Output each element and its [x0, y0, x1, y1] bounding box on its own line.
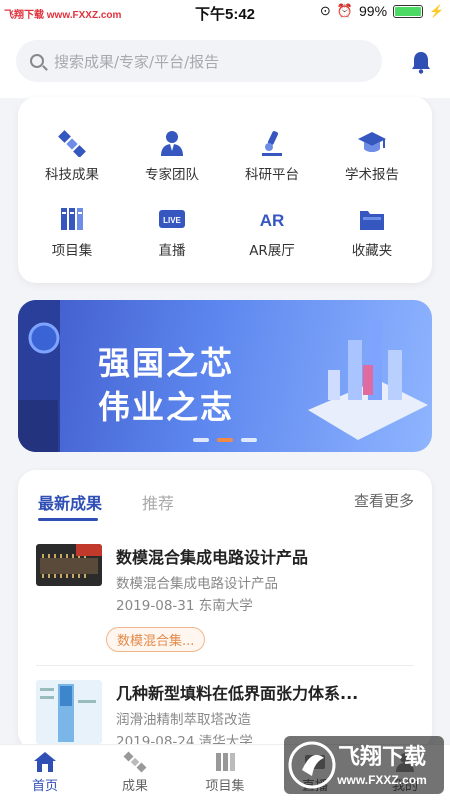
rotation-lock-icon: ⊙ [319, 3, 331, 18]
result-subtitle: 数模混合集成电路设计产品 [116, 576, 278, 592]
menu-item-expert-team[interactable]: 专家团队 [122, 129, 222, 183]
result-subtitle: 润滑油精制萃取塔改造 [116, 712, 251, 728]
status-bar: 飞翔下载 www.FXXZ.com 下午5:42 ⊙ ⏰ 99% ⚡ [0, 0, 450, 26]
svg-text:飞翔下载: 飞翔下载 [338, 744, 426, 770]
nav-results[interactable]: 成果 [90, 751, 180, 794]
live-icon: LIVE [159, 210, 185, 228]
tab-underline [38, 518, 98, 521]
menu-item-tech-results[interactable]: 科技成果 [22, 129, 122, 183]
result-item[interactable]: 数模混合集成电路设计产品 数模混合集成电路设计产品 2019-08-31 东南大… [36, 544, 416, 654]
menu-label: 收藏夹 [351, 243, 393, 259]
status-right: ⊙ ⏰ 99% ⚡ [320, 3, 444, 19]
carousel-dot[interactable] [241, 438, 257, 442]
result-thumbnail [36, 680, 102, 744]
menu-label: 学术报告 [345, 167, 399, 183]
ar-icon: AR [260, 211, 285, 230]
banner-line2: 伟业之志 [98, 388, 235, 426]
view-more-link[interactable]: 查看更多 [354, 490, 414, 511]
watermark-top-left: 飞翔下载 www.FXXZ.com [4, 10, 122, 21]
menu-item-ar-hall[interactable]: AR AR展厅 [222, 205, 322, 259]
graduation-cap-icon [358, 132, 386, 152]
watermark-logo: 飞翔下载 www.FXXZ.com [284, 736, 444, 794]
alarm-icon: ⏰ [336, 3, 354, 18]
nav-label: 首页 [31, 779, 58, 794]
search-placeholder: 搜索成果/专家/平台/报告 [54, 52, 220, 71]
nav-home[interactable]: 首页 [0, 751, 90, 794]
svg-text:www.FXXZ.com: www.FXXZ.com [336, 773, 427, 787]
carousel-dots [193, 438, 257, 442]
battery-level [395, 6, 421, 16]
result-thumbnail [36, 544, 102, 586]
menu-label: 科研平台 [245, 167, 299, 183]
satellite-icon [123, 751, 147, 773]
menu-item-research-platform[interactable]: 科研平台 [222, 129, 322, 183]
nav-label: 项目集 [205, 779, 245, 794]
svg-text:AR: AR [260, 211, 285, 230]
binders-icon [61, 208, 83, 230]
quick-menu-card: 科技成果 专家团队 科研平台 学术报告 项目集 LIVE 直播 AR AR展厅 … [18, 97, 432, 283]
latest-results-card: 最新成果 推荐 查看更多 数模混合集成电路设计产品 数模混合集成电路设计产品 2… [18, 470, 432, 750]
bell-icon[interactable] [410, 50, 432, 74]
binders-icon [216, 753, 235, 771]
status-time: 下午5:42 [195, 6, 256, 23]
svg-text:LIVE: LIVE [163, 216, 181, 225]
result-title: 数模混合集成电路设计产品 [116, 548, 309, 567]
menu-item-favorites[interactable]: 收藏夹 [322, 205, 422, 259]
promo-banner[interactable]: 强国之芯 伟业之志 [18, 300, 432, 452]
menu-label: 项目集 [51, 243, 93, 259]
nav-projects[interactable]: 项目集 [180, 751, 270, 794]
satellite-icon [58, 130, 86, 157]
carousel-dot-active[interactable] [217, 438, 233, 442]
expert-icon [161, 131, 183, 156]
menu-item-projects[interactable]: 项目集 [22, 205, 122, 259]
search-input[interactable]: 搜索成果/专家/平台/报告 [16, 40, 382, 82]
tab-recommend[interactable]: 推荐 [142, 490, 174, 514]
search-icon [30, 54, 44, 68]
menu-label: 科技成果 [45, 167, 99, 183]
result-tag[interactable]: 数模混合集... [106, 627, 206, 652]
battery-percent: 99% [359, 3, 388, 19]
battery-icon [393, 4, 424, 18]
result-title: 几种新型填料在低界面张力体系... [116, 684, 359, 703]
divider [36, 665, 414, 666]
carousel-dot[interactable] [193, 438, 209, 442]
nav-label: 成果 [121, 779, 148, 794]
menu-item-academic-reports[interactable]: 学术报告 [322, 129, 422, 183]
banner-line1: 强国之芯 [98, 344, 235, 382]
home-icon [34, 752, 56, 772]
microscope-icon [262, 131, 282, 156]
tab-latest-results[interactable]: 最新成果 [38, 490, 102, 514]
search-row: 搜索成果/专家/平台/报告 [0, 26, 450, 98]
menu-item-live[interactable]: LIVE 直播 [122, 205, 222, 259]
folder-icon [360, 211, 384, 230]
menu-label: 专家团队 [145, 167, 199, 183]
charging-icon: ⚡ [429, 4, 444, 18]
menu-label: 直播 [158, 243, 186, 259]
menu-label: AR展厅 [249, 243, 295, 259]
result-meta: 2019-08-31 东南大学 [116, 598, 253, 614]
